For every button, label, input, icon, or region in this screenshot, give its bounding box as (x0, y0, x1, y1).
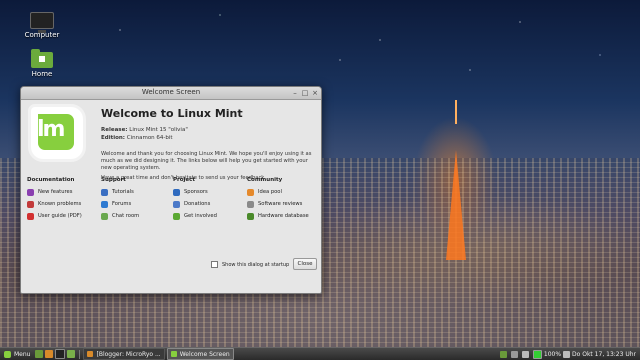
sponsors-icon (173, 188, 180, 196)
task-blogger[interactable]: [Blogger: MicroRyo ... (83, 348, 165, 360)
link-chat-room[interactable]: Chat room (101, 211, 173, 221)
files-icon[interactable] (67, 350, 76, 358)
welcome-window: Welcome Screen – □ × lm Welcome to Linux… (20, 86, 322, 294)
update-manager-icon[interactable] (499, 350, 507, 358)
column-support: Support Tutorials Forums Chat room (101, 177, 173, 223)
startup-checkbox[interactable] (211, 261, 218, 268)
link-tutorials[interactable]: Tutorials (101, 187, 173, 197)
hardware-database-icon (247, 212, 254, 220)
link-forums[interactable]: Forums (101, 199, 173, 209)
close-button[interactable]: Close (293, 258, 317, 270)
idea-pool-icon (247, 188, 254, 196)
mint-icon (170, 351, 177, 357)
taskbar: Menu [Blogger: MicroRyo ... Welcome Scre… (0, 347, 640, 360)
link-new-features[interactable]: New features (27, 187, 99, 197)
desktop-icon-computer[interactable]: Computer (20, 12, 64, 39)
forums-icon (101, 200, 108, 208)
battery-icon[interactable] (532, 349, 542, 359)
link-software-reviews[interactable]: Software reviews (247, 199, 319, 209)
task-welcome-screen[interactable]: Welcome Screen (166, 348, 234, 360)
display-icon[interactable] (563, 350, 571, 358)
desktop-icon-home[interactable]: Home (20, 49, 64, 78)
network-icon[interactable] (510, 350, 518, 358)
firefox-icon[interactable] (45, 350, 54, 358)
pdf-icon (27, 212, 34, 220)
linux-mint-logo: lm (27, 105, 87, 161)
battery-percent: 100% (543, 350, 562, 358)
desktop-icon-label: Home (31, 70, 53, 78)
computer-icon (30, 12, 54, 33)
startup-checkbox-label: Show this dialog at startup (222, 261, 290, 268)
link-hardware-database[interactable]: Hardware database (247, 211, 319, 221)
column-heading: Documentation (27, 177, 75, 183)
column-heading: Community (247, 177, 283, 183)
link-user-guide[interactable]: User guide (PDF) (27, 211, 99, 221)
intro-paragraph: Welcome and thank you for choosing Linux… (101, 151, 312, 171)
minimize-icon[interactable]: – (291, 89, 299, 97)
page-title: Welcome to Linux Mint (101, 107, 243, 120)
maximize-icon[interactable]: □ (301, 89, 309, 97)
link-sponsors[interactable]: Sponsors (173, 187, 245, 197)
mint-logo-icon: lm (37, 117, 65, 142)
wallpaper-tower-spire (455, 100, 457, 124)
terminal-icon[interactable] (55, 349, 66, 359)
mint-menu-icon (4, 350, 11, 358)
column-community: Community Idea pool Software reviews Har… (247, 177, 319, 223)
taskbar-separator (79, 349, 81, 359)
link-columns: Documentation New features Known problem… (27, 177, 319, 237)
column-documentation: Documentation New features Known problem… (27, 177, 99, 223)
column-heading: Support (101, 177, 126, 183)
software-reviews-icon (247, 200, 254, 208)
get-involved-icon (173, 212, 180, 220)
menu-label: Menu (14, 350, 31, 358)
system-tray: 100% Do Okt 17, 13:23 Uhr (498, 349, 640, 359)
tutorials-icon (101, 188, 108, 196)
volume-icon[interactable] (521, 350, 529, 358)
home-folder-icon (31, 49, 53, 68)
startup-option[interactable]: Show this dialog at startup (211, 261, 289, 268)
link-idea-pool[interactable]: Idea pool (247, 187, 319, 197)
clock[interactable]: Do Okt 17, 13:23 Uhr (572, 351, 636, 358)
menu-button[interactable]: Menu (0, 348, 34, 360)
release-line: Release: Linux Mint 15 "olivia" (101, 127, 188, 133)
wallpaper-tower (446, 150, 466, 260)
window-title: Welcome Screen (141, 88, 201, 96)
new-features-icon (27, 188, 34, 196)
column-heading: Project (173, 177, 196, 183)
link-get-involved[interactable]: Get involved (173, 211, 245, 221)
donations-icon (173, 200, 180, 208)
close-icon[interactable]: × (311, 89, 319, 97)
column-project: Project Sponsors Donations Get involved (173, 177, 245, 223)
link-known-problems[interactable]: Known problems (27, 199, 99, 209)
link-donations[interactable]: Donations (173, 199, 245, 209)
show-desktop-icon[interactable] (35, 350, 44, 358)
firefox-icon (87, 351, 94, 357)
edition-line: Edition: Cinnamon 64-bit (101, 135, 173, 141)
chat-room-icon (101, 212, 108, 220)
known-problems-icon (27, 200, 34, 208)
window-titlebar[interactable]: Welcome Screen – □ × (21, 87, 321, 100)
